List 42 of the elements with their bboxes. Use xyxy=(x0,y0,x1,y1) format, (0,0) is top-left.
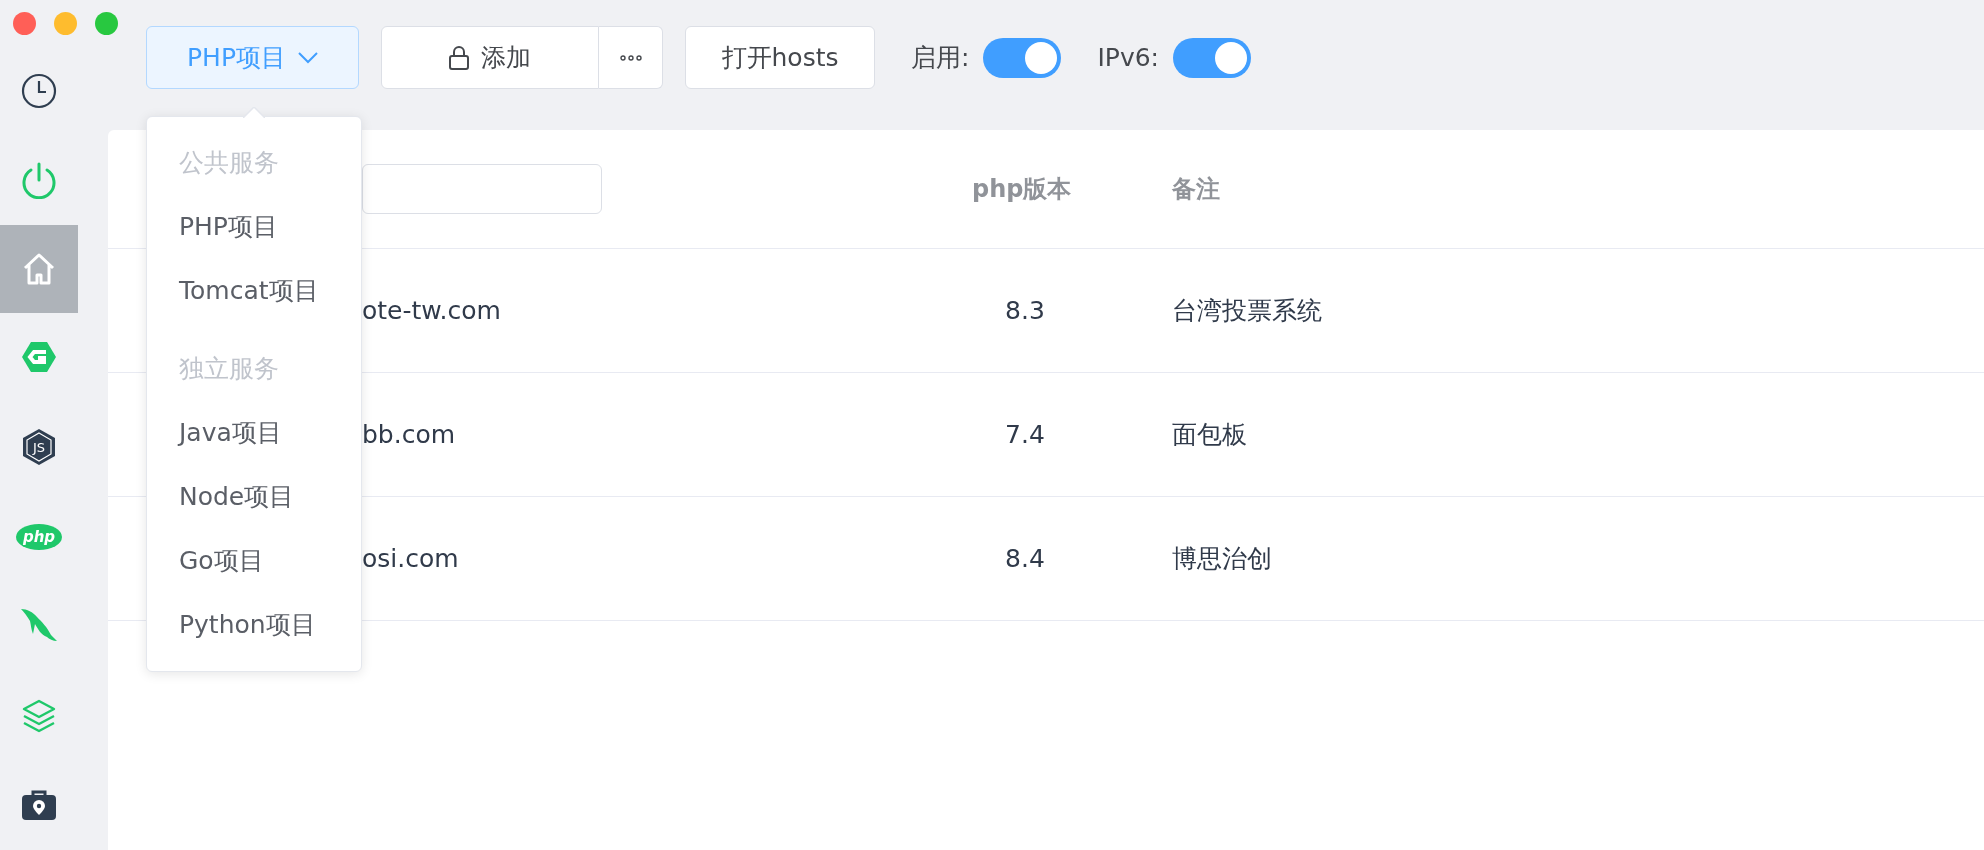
layers-icon xyxy=(21,697,57,734)
php-version-cell-text: 8.4 xyxy=(1004,544,1046,573)
menu-item[interactable]: Go项目 xyxy=(147,529,361,593)
domain-cell-text: osi.com xyxy=(362,544,460,573)
window-close-button[interactable] xyxy=(13,12,36,35)
window-zoom-button[interactable] xyxy=(95,12,118,35)
window-minimize-button[interactable] xyxy=(54,12,77,35)
more-button[interactable] xyxy=(599,26,663,89)
js-logo-icon: JS xyxy=(23,428,55,465)
note-cell-text: 面包板 xyxy=(1171,419,1248,451)
power-icon xyxy=(21,161,57,200)
home-icon xyxy=(22,251,56,286)
add-button[interactable]: 添加 xyxy=(381,26,599,89)
note-cell-text: 台湾投票系统 xyxy=(1171,295,1323,327)
menu-group-title: 独立服务 xyxy=(178,353,280,385)
toggle-label: IPv6: xyxy=(1097,43,1159,72)
g-logo-icon xyxy=(22,342,56,373)
php-logo-icon: php xyxy=(16,523,62,550)
column-header: 备注 xyxy=(1171,174,1221,205)
chevron-down-icon xyxy=(297,51,318,64)
menu-group-title: 公共服务 xyxy=(178,147,280,179)
open-hosts-button[interactable]: 打开hosts xyxy=(685,26,875,89)
note-cell-text: 博思治创 xyxy=(1171,543,1273,575)
toolbox-icon xyxy=(22,790,56,821)
domain-cell-text: ote-tw.com xyxy=(362,296,502,325)
column-header: php版本 xyxy=(971,174,1073,205)
menu-item[interactable]: Python项目 xyxy=(147,593,361,657)
menu-item[interactable]: Tomcat项目 xyxy=(147,259,361,323)
search-field[interactable] xyxy=(362,164,602,214)
php-version-cell-text: 8.3 xyxy=(1004,296,1046,325)
toggle-switch[interactable] xyxy=(1173,37,1251,78)
toggle-switch[interactable] xyxy=(983,37,1062,78)
menu-item[interactable]: Java项目 xyxy=(147,401,361,465)
clock-icon xyxy=(21,72,57,109)
menu-item[interactable]: Node项目 xyxy=(147,465,361,529)
lock-icon xyxy=(449,45,469,70)
toggle-label: 启用: xyxy=(911,42,970,74)
domain-cell-text: bb.com xyxy=(362,420,457,449)
sidebar-item[interactable]: JS xyxy=(0,402,78,492)
php-version-cell-text: 7.4 xyxy=(1004,420,1046,449)
menu-item[interactable]: PHP项目 xyxy=(147,195,361,259)
more-icon xyxy=(619,54,642,61)
